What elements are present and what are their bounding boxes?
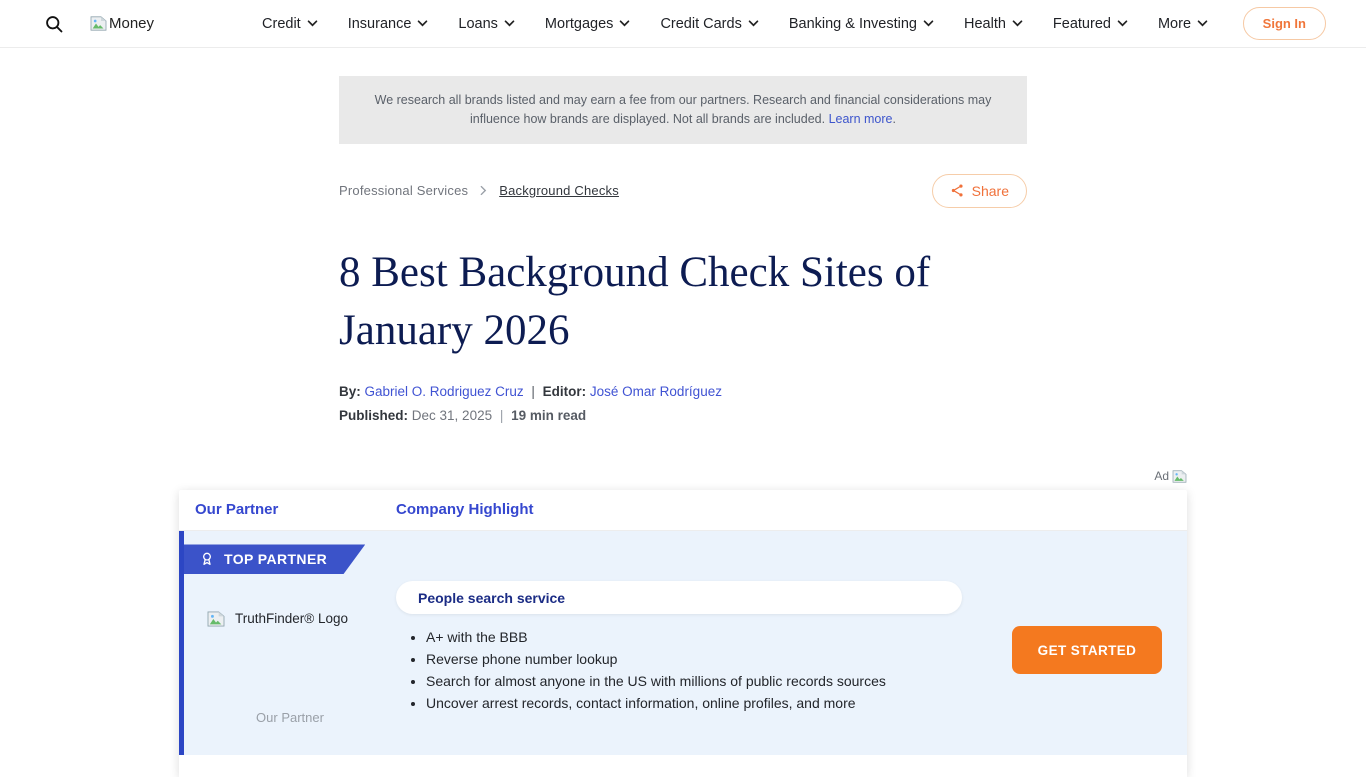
money-logo[interactable]: Money <box>90 15 154 32</box>
highlight-tag: People search service <box>396 581 962 614</box>
top-partner-badge: TOP PARTNER <box>184 544 365 574</box>
ad-label-row: Ad <box>179 469 1187 483</box>
breadcrumb: Professional Services Background Checks … <box>339 174 1027 208</box>
get-started-button[interactable]: GET STARTED <box>1012 626 1162 674</box>
share-button[interactable]: Share <box>932 174 1027 208</box>
chevron-down-icon <box>619 20 630 27</box>
main-nav: Credit Insurance Loans Mortgages Credit … <box>262 16 1208 32</box>
published-line: Published: Dec 31, 2025 | 19 min read <box>339 408 1027 423</box>
published-label: Published: <box>339 408 408 423</box>
chevron-down-icon <box>923 20 934 27</box>
nav-item-credit-cards[interactable]: Credit Cards <box>660 16 758 32</box>
editor-link[interactable]: José Omar Rodríguez <box>590 384 722 399</box>
nav-item-more[interactable]: More <box>1158 16 1208 32</box>
breadcrumb-parent-link[interactable]: Professional Services <box>339 183 468 198</box>
partner-logo-alt-text: TruthFinder® Logo <box>235 611 348 626</box>
nav-item-credit[interactable]: Credit <box>262 16 318 32</box>
read-time: 19 min read <box>511 408 586 423</box>
chevron-down-icon <box>417 20 428 27</box>
by-label: By: <box>339 384 361 399</box>
chevron-down-icon <box>307 20 318 27</box>
nav-item-health[interactable]: Health <box>964 16 1023 32</box>
broken-image-icon <box>1172 470 1187 483</box>
ad-label: Ad <box>1154 469 1169 483</box>
bullet-item: Reverse phone number lookup <box>426 649 972 671</box>
highlight-bullet-list: A+ with the BBB Reverse phone number loo… <box>412 627 972 714</box>
editor-label: Editor: <box>543 384 587 399</box>
nav-item-insurance[interactable]: Insurance <box>348 16 429 32</box>
broken-image-icon <box>207 611 225 627</box>
chevron-down-icon <box>1117 20 1128 27</box>
broken-image-icon <box>90 16 107 31</box>
our-partner-caption: Our Partner <box>184 710 396 725</box>
chevron-right-icon <box>480 185 487 196</box>
top-navigation-bar: Money Credit Insurance Loans Mortgages C… <box>0 0 1366 48</box>
chevron-down-icon <box>1012 20 1023 27</box>
bullet-item: Uncover arrest records, contact informat… <box>426 693 972 715</box>
partner-comparison-table: Our Partner Company Highlight TOP PARTNE… <box>179 490 1187 777</box>
top-partner-row: TOP PARTNER TruthFinder® Logo Our Partne… <box>179 531 1187 755</box>
search-icon[interactable] <box>44 14 64 34</box>
nav-item-loans[interactable]: Loans <box>458 16 515 32</box>
share-label: Share <box>972 183 1009 199</box>
partner-logo[interactable]: TruthFinder® Logo <box>207 611 348 627</box>
nav-item-mortgages[interactable]: Mortgages <box>545 16 631 32</box>
table-header-row: Our Partner Company Highlight <box>179 490 1187 531</box>
bullet-item: Search for almost anyone in the US with … <box>426 671 972 693</box>
badge-label: TOP PARTNER <box>224 551 327 567</box>
chevron-down-icon <box>1197 20 1208 27</box>
logo-alt-text: Money <box>109 15 154 32</box>
breadcrumb-current-link[interactable]: Background Checks <box>499 183 619 198</box>
page-title: 8 Best Background Check Sites of January… <box>339 244 1027 361</box>
learn-more-link[interactable]: Learn more <box>829 112 893 126</box>
disclaimer-text: We research all brands listed and may ea… <box>375 93 992 126</box>
author-link[interactable]: Gabriel O. Rodriguez Cruz <box>365 384 524 399</box>
column-company-highlight: Company Highlight <box>396 501 534 518</box>
byline: By: Gabriel O. Rodriguez Cruz | Editor: … <box>339 384 1027 399</box>
affiliate-disclaimer: We research all brands listed and may ea… <box>339 76 1027 144</box>
next-partner-row <box>179 755 1187 777</box>
nav-item-banking-investing[interactable]: Banking & Investing <box>789 16 934 32</box>
published-date: Dec 31, 2025 <box>412 408 492 423</box>
chevron-down-icon <box>748 20 759 27</box>
sign-in-button[interactable]: Sign In <box>1243 7 1326 40</box>
share-icon <box>950 183 965 198</box>
bullet-item: A+ with the BBB <box>426 627 972 649</box>
chevron-down-icon <box>504 20 515 27</box>
medal-icon <box>199 551 215 567</box>
nav-item-featured[interactable]: Featured <box>1053 16 1128 32</box>
column-our-partner: Our Partner <box>195 501 278 518</box>
